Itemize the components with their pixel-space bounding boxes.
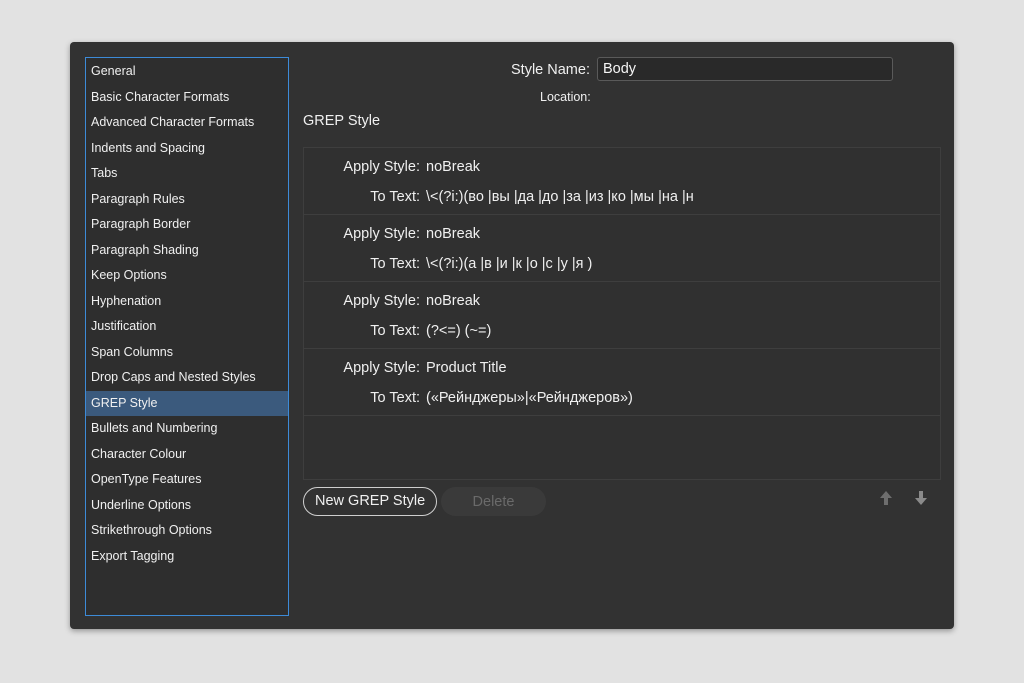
sidebar-item-general[interactable]: General (86, 59, 288, 85)
sidebar-item-paragraph-border[interactable]: Paragraph Border (86, 212, 288, 238)
sidebar-item-advanced-character-formats[interactable]: Advanced Character Formats (86, 110, 288, 136)
apply-style-row: Apply Style: noBreak (304, 224, 480, 244)
apply-style-value[interactable]: noBreak (426, 293, 480, 309)
sidebar-item-grep-style[interactable]: GREP Style (86, 390, 288, 416)
to-text-value[interactable]: («Рейнджеры»|«Рейнджеров») (426, 390, 633, 406)
sidebar-item-span-columns[interactable]: Span Columns (86, 340, 288, 366)
apply-style-row: Apply Style: noBreak (304, 291, 480, 311)
sidebar-item-opentype-features[interactable]: OpenType Features (86, 467, 288, 493)
apply-style-label: Apply Style: (343, 159, 420, 175)
grep-entry[interactable]: Apply Style: noBreak To Text: \<(?i:)(а |в… (304, 215, 940, 282)
to-text-value[interactable]: (?<=) (~=) (426, 323, 491, 339)
apply-style-label: Apply Style: (343, 293, 420, 309)
sidebar-item-underline-options[interactable]: Underline Options (86, 493, 288, 519)
to-text-label: To Text: (370, 323, 420, 339)
sidebar-item-bullets-and-numbering[interactable]: Bullets and Numbering (86, 416, 288, 442)
to-text-row: To Text: (?<=) (~=) (304, 321, 491, 341)
sidebar-item-keep-options[interactable]: Keep Options (86, 263, 288, 289)
sidebar-item-basic-character-formats[interactable]: Basic Character Formats (86, 85, 288, 111)
style-name-input[interactable] (597, 57, 893, 81)
grep-entry[interactable]: Apply Style: Product Title To Text: («Рейн… (304, 349, 940, 416)
to-text-value[interactable]: \<(?i:)(во |вы |да |до |за |из |ко |мы |… (426, 189, 694, 205)
sidebar-item-export-tagging[interactable]: Export Tagging (86, 544, 288, 570)
style-name-label: Style Name: (511, 62, 590, 78)
category-list[interactable]: General Basic Character Formats Advanced… (85, 57, 289, 616)
section-title: GREP Style (303, 113, 381, 129)
grep-entry[interactable]: Apply Style: noBreak To Text: (?<=) (~=) (304, 282, 940, 349)
sidebar-item-paragraph-shading[interactable]: Paragraph Shading (86, 238, 288, 264)
apply-style-row: Apply Style: noBreak (304, 157, 480, 177)
sidebar-item-indents-and-spacing[interactable]: Indents and Spacing (86, 136, 288, 162)
sidebar-item-hyphenation[interactable]: Hyphenation (86, 289, 288, 315)
sidebar-item-strikethrough-options[interactable]: Strikethrough Options (86, 518, 288, 544)
to-text-row: To Text: («Рейнджеры»|«Рейнджеров») (304, 388, 633, 408)
new-grep-style-button[interactable]: New GREP Style (303, 487, 438, 516)
arrow-up-icon[interactable] (879, 490, 893, 506)
apply-style-value[interactable]: Product Title (426, 360, 507, 376)
apply-style-label: Apply Style: (343, 226, 420, 242)
delete-button[interactable]: Delete (441, 487, 546, 516)
paragraph-style-options-dialog: General Basic Character Formats Advanced… (70, 42, 954, 629)
to-text-label: To Text: (370, 256, 420, 272)
apply-style-label: Apply Style: (343, 360, 420, 376)
location-label: Location: (540, 90, 591, 104)
sidebar-item-justification[interactable]: Justification (86, 314, 288, 340)
sidebar-item-character-colour[interactable]: Character Colour (86, 442, 288, 468)
sidebar-item-paragraph-rules[interactable]: Paragraph Rules (86, 187, 288, 213)
arrow-down-icon[interactable] (914, 490, 928, 506)
grep-entry[interactable]: Apply Style: noBreak To Text: \<(?i:)(во |… (304, 148, 940, 215)
to-text-row: To Text: \<(?i:)(а |в |и |к |о |с |у |я ) (304, 254, 592, 274)
to-text-label: To Text: (370, 390, 420, 406)
grep-style-list[interactable]: Apply Style: noBreak To Text: \<(?i:)(во |… (303, 147, 941, 480)
apply-style-value[interactable]: noBreak (426, 159, 480, 175)
sidebar-item-tabs[interactable]: Tabs (86, 161, 288, 187)
to-text-label: To Text: (370, 189, 420, 205)
apply-style-value[interactable]: noBreak (426, 226, 480, 242)
sidebar-item-drop-caps-and-nested-styles[interactable]: Drop Caps and Nested Styles (86, 365, 288, 391)
to-text-value[interactable]: \<(?i:)(а |в |и |к |о |с |у |я ) (426, 256, 592, 272)
apply-style-row: Apply Style: Product Title (304, 358, 507, 378)
to-text-row: To Text: \<(?i:)(во |вы |да |до |за |из |… (304, 187, 694, 207)
